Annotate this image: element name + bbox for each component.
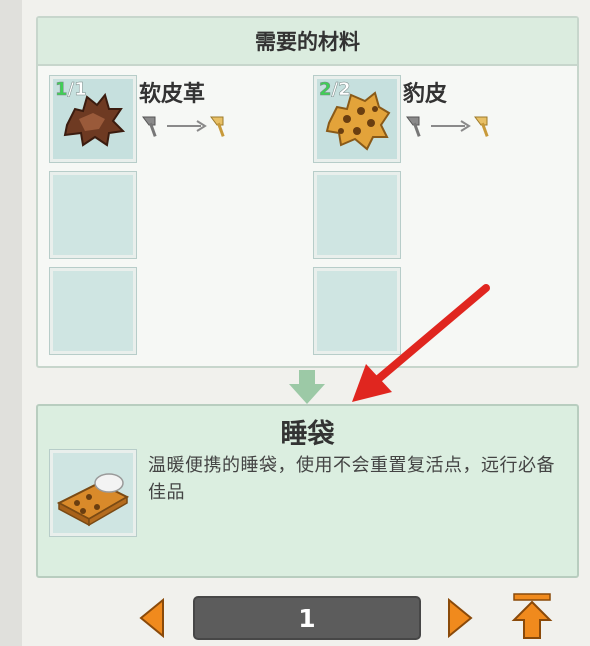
page-indicator: 1 [193,596,421,640]
leopard-hide-icon [325,91,391,151]
axe-gray-icon [406,116,421,137]
arrow-right-icon [167,120,207,132]
material-slot-2[interactable]: 2/2 [314,76,400,162]
material-slot-empty[interactable] [314,172,400,258]
tool-upgrade-row-1 [139,113,233,139]
left-rail [0,0,24,646]
material-slot-empty[interactable] [50,268,136,354]
material-name-1: 软皮革 [139,82,206,107]
prev-page-button[interactable] [137,598,167,638]
next-page-button[interactable] [445,598,475,638]
material-slot-1[interactable]: 1/1 [50,76,136,162]
axe-gray-icon [142,116,157,137]
sleeping-bag-icon [56,473,130,527]
result-slot[interactable] [50,450,136,536]
scroll-to-top-button[interactable] [510,592,554,640]
result-title: 睡袋 [280,419,335,450]
result-panel: 睡袋 温暖便携的睡袋，使用不会重置复活点，远行必备佳品 [36,404,579,578]
axe-gold-icon [210,116,225,137]
annotation-arrow-icon [352,284,490,402]
down-arrow-icon [289,370,325,404]
axe-gold-icon [474,116,489,137]
arrow-right-icon [431,120,471,132]
tool-upgrade-row-2 [403,113,497,139]
leather-icon [63,92,126,147]
result-description: 温暖便携的睡袋，使用不会重置复活点，远行必备佳品 [148,455,555,503]
material-name-2: 豹皮 [403,82,448,107]
materials-header: 需要的材料 [38,18,577,66]
material-slot-empty[interactable] [50,172,136,258]
